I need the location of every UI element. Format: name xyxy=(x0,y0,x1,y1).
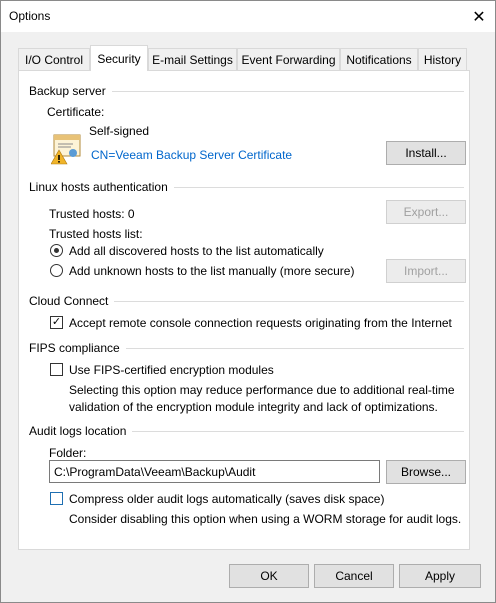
fips-title: FIPS compliance xyxy=(29,341,126,355)
accept-remote-console-label: Accept remote console connection request… xyxy=(69,316,452,330)
browse-button[interactable]: Browse... xyxy=(386,460,466,484)
compress-logs-note: Consider disabling this option when usin… xyxy=(69,512,462,526)
options-window: Options ✕ I/O Control Security E-mail Se… xyxy=(0,0,496,603)
import-button[interactable]: Import... xyxy=(386,259,466,283)
title-bar: Options ✕ xyxy=(1,1,495,32)
close-icon[interactable]: ✕ xyxy=(463,1,495,32)
cancel-button[interactable]: Cancel xyxy=(314,564,394,588)
tab-security[interactable]: Security xyxy=(90,45,148,71)
apply-button[interactable]: Apply xyxy=(399,564,481,588)
compress-logs-label: Compress older audit logs automatically … xyxy=(69,492,385,506)
install-button[interactable]: Install... xyxy=(386,141,466,165)
trusted-hosts-count: Trusted hosts: 0 xyxy=(49,207,135,221)
window-title: Options xyxy=(9,9,51,23)
add-manually-radio[interactable] xyxy=(50,264,63,277)
audit-logs-title: Audit logs location xyxy=(29,424,133,438)
add-automatically-radio[interactable] xyxy=(50,244,63,257)
add-automatically-label: Add all discovered hosts to the list aut… xyxy=(69,244,324,258)
certificate-type: Self-signed xyxy=(89,124,150,138)
accept-remote-console-checkbox[interactable]: ✓ xyxy=(50,316,63,329)
folder-label: Folder: xyxy=(49,446,87,460)
security-tab-panel: Backup server Certificate: Self-signed C… xyxy=(18,70,470,550)
backup-server-title: Backup server xyxy=(29,84,112,98)
add-manually-label: Add unknown hosts to the list manually (… xyxy=(69,264,355,278)
audit-folder-input[interactable]: C:\ProgramData\Veeam\Backup\Audit xyxy=(49,460,380,483)
fips-note-line1: Selecting this option may reduce perform… xyxy=(69,383,455,397)
fips-label: Use FIPS-certified encryption modules xyxy=(69,363,274,377)
certificate-name-link[interactable]: CN=Veeam Backup Server Certificate xyxy=(91,148,292,162)
certificate-label: Certificate: xyxy=(47,105,105,119)
cloud-connect-title: Cloud Connect xyxy=(29,294,115,308)
tab-notifications[interactable]: Notifications xyxy=(340,48,418,70)
tab-email-settings[interactable]: E-mail Settings xyxy=(148,48,237,70)
fips-checkbox[interactable] xyxy=(50,363,63,376)
tab-event-forwarding[interactable]: Event Forwarding xyxy=(237,48,340,70)
tab-io-control[interactable]: I/O Control xyxy=(18,48,90,70)
linux-auth-title: Linux hosts authentication xyxy=(29,180,174,194)
tab-history[interactable]: History xyxy=(418,48,467,70)
export-button[interactable]: Export... xyxy=(386,200,466,224)
ok-button[interactable]: OK xyxy=(229,564,309,588)
certificate-warning-icon xyxy=(50,131,85,165)
trusted-hosts-list-label: Trusted hosts list: xyxy=(49,227,143,241)
compress-logs-checkbox[interactable] xyxy=(50,492,63,505)
fips-note-line2: validation of the encryption module inte… xyxy=(69,400,438,414)
